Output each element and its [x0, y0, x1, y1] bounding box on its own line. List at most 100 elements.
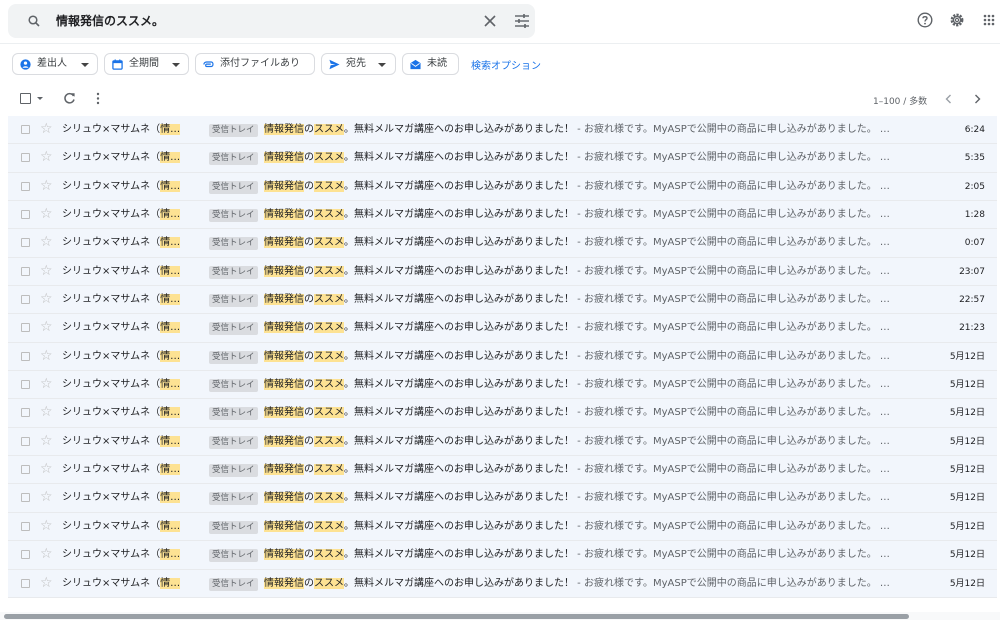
- email-subject: 情報発信のススメ。無料メルマガ講座へのお申し込みがありました！ - お疲れ様です…: [264, 294, 890, 306]
- email-row[interactable]: ☆ シリュウ×マサムネ（情… 受信トレイ 情報発信のススメ。無料メルマガ講座への…: [8, 541, 997, 570]
- star-icon[interactable]: ☆: [40, 207, 53, 221]
- email-row[interactable]: ☆ シリュウ×マサムネ（情… 受信トレイ 情報発信のススメ。無料メルマガ講座への…: [8, 342, 997, 372]
- inbox-label-badge: 受信トレイ: [209, 549, 258, 563]
- help-icon[interactable]: [917, 12, 933, 28]
- row-checkbox[interactable]: [21, 153, 30, 163]
- row-checkbox[interactable]: [21, 125, 30, 134]
- select-all-checkbox[interactable]: [20, 93, 31, 104]
- email-row[interactable]: ☆ シリュウ×マサムネ（情… 受信トレイ 情報発信のススメ。無料メルマガ講座への…: [8, 144, 997, 173]
- email-row[interactable]: ☆ シリュウ×マサムネ（情… 受信トレイ 情報発信のススメ。無料メルマガ講座への…: [8, 569, 997, 598]
- row-checkbox[interactable]: [21, 295, 30, 305]
- email-subject: 情報発信のススメ。無料メルマガ講座へのお申し込みがありました！ - お疲れ様です…: [264, 350, 890, 362]
- star-icon[interactable]: ☆: [40, 519, 53, 533]
- row-checkbox[interactable]: [21, 408, 30, 418]
- inbox-label-badge: 受信トレイ: [209, 294, 258, 308]
- sender-name: シリュウ×マサムネ（情…: [62, 435, 181, 447]
- email-snippet: - お疲れ様です。MyASPで公開中の商品に申し込みがありました。 …: [574, 265, 890, 277]
- chevron-down-icon: [378, 63, 386, 67]
- email-row[interactable]: ☆ シリュウ×マサムネ（情… 受信トレイ 情報発信のススメ。無料メルマガ講座への…: [8, 484, 997, 513]
- chevron-down-icon: [81, 63, 89, 67]
- row-checkbox[interactable]: [21, 266, 30, 276]
- email-row[interactable]: ☆ シリュウ×マサムネ（情… 受信トレイ 情報発信のススメ。無料メルマガ講座への…: [8, 314, 997, 343]
- row-checkbox[interactable]: [21, 323, 30, 333]
- email-time: 5月12日: [949, 436, 985, 447]
- close-icon[interactable]: [482, 13, 498, 29]
- star-icon[interactable]: ☆: [40, 235, 53, 249]
- star-icon[interactable]: ☆: [40, 349, 53, 363]
- apps-icon[interactable]: [983, 14, 995, 26]
- chevron-left-icon[interactable]: [944, 94, 953, 104]
- star-icon[interactable]: ☆: [40, 434, 53, 448]
- sender-filter-chip[interactable]: 差出人: [12, 53, 98, 75]
- email-snippet: - お疲れ様です。MyASPで公開中の商品に申し込みがありました。 …: [574, 520, 890, 532]
- row-checkbox[interactable]: [21, 380, 30, 390]
- attachment-filter-chip[interactable]: 添付ファイルあり: [195, 53, 315, 75]
- gear-icon[interactable]: [949, 12, 965, 28]
- sender-name: シリュウ×マサムネ（情…: [62, 407, 181, 419]
- star-icon[interactable]: ☆: [40, 377, 53, 391]
- star-icon[interactable]: ☆: [40, 462, 53, 476]
- row-checkbox[interactable]: [21, 181, 30, 191]
- period-filter-chip[interactable]: 全期間: [104, 53, 189, 75]
- star-icon[interactable]: ☆: [40, 405, 53, 419]
- email-snippet: - お疲れ様です。MyASPで公開中の商品に申し込みがありました。 …: [574, 350, 890, 362]
- search-icon[interactable]: [28, 15, 40, 27]
- row-checkbox[interactable]: [21, 493, 30, 503]
- row-checkbox[interactable]: [21, 550, 30, 560]
- sender-name: シリュウ×マサムネ（情…: [62, 549, 181, 561]
- email-snippet: - お疲れ様です。MyASPで公開中の商品に申し込みがありました。 …: [574, 124, 890, 135]
- star-icon[interactable]: ☆: [40, 122, 53, 136]
- email-row[interactable]: ☆ シリュウ×マサムネ（情… 受信トレイ 情報発信のススメ。無料メルマガ講座への…: [8, 399, 997, 428]
- email-subject: 情報発信のススメ。無料メルマガ講座へのお申し込みがありました！ - お疲れ様です…: [264, 265, 890, 277]
- email-row[interactable]: ☆ シリュウ×マサムネ（情… 受信トレイ 情報発信のススメ。無料メルマガ講座への…: [8, 257, 997, 287]
- sender-name: シリュウ×マサムネ（情…: [62, 492, 181, 504]
- row-checkbox[interactable]: [21, 436, 30, 446]
- inbox-label-badge: 受信トレイ: [209, 435, 258, 449]
- sender-name: シリュウ×マサムネ（情…: [62, 265, 181, 277]
- search-bar[interactable]: 情報発信のススメ。: [8, 4, 535, 38]
- chevron-right-icon[interactable]: [973, 94, 982, 104]
- inbox-label-badge: 受信トレイ: [209, 124, 258, 137]
- email-subject: 情報発信のススメ。無料メルマガ講座へのお申し込みがありました！ - お疲れ様です…: [264, 124, 890, 135]
- to-filter-chip[interactable]: 宛先: [321, 53, 396, 75]
- star-icon[interactable]: ☆: [40, 576, 53, 590]
- search-options-link[interactable]: 検索オプション: [471, 57, 541, 72]
- star-icon[interactable]: ☆: [40, 264, 53, 278]
- row-checkbox[interactable]: [21, 521, 30, 531]
- email-row[interactable]: ☆ シリュウ×マサムネ（情… 受信トレイ 情報発信のススメ。無料メルマガ講座への…: [8, 512, 997, 542]
- row-checkbox[interactable]: [21, 351, 30, 361]
- pagination-label: 1–100 / 多数: [873, 97, 928, 107]
- row-checkbox[interactable]: [21, 578, 30, 588]
- email-row[interactable]: ☆ シリュウ×マサムネ（情… 受信トレイ 情報発信のススメ。無料メルマガ講座への…: [8, 201, 997, 230]
- inbox-label-badge: 受信トレイ: [209, 379, 258, 393]
- star-icon[interactable]: ☆: [40, 547, 53, 561]
- email-row[interactable]: ☆ シリュウ×マサムネ（情… 受信トレイ 情報発信のススメ。無料メルマガ講座への…: [8, 427, 997, 457]
- email-row[interactable]: ☆ シリュウ×マサムネ（情… 受信トレイ 情報発信のススメ。無料メルマガ講座への…: [8, 371, 997, 400]
- star-icon[interactable]: ☆: [40, 150, 53, 164]
- sender-name: シリュウ×マサムネ（情…: [62, 464, 181, 476]
- star-icon[interactable]: ☆: [40, 490, 53, 504]
- refresh-icon[interactable]: [63, 92, 76, 105]
- email-row[interactable]: ☆ シリュウ×マサムネ（情… 受信トレイ 情報発信のススメ。無料メルマガ講座への…: [8, 286, 997, 315]
- row-checkbox[interactable]: [21, 210, 30, 220]
- sender-name: シリュウ×マサムネ（情…: [62, 152, 181, 164]
- email-subject: 情報発信のススメ。無料メルマガ講座へのお申し込みがありました！ - お疲れ様です…: [264, 549, 890, 561]
- star-icon[interactable]: ☆: [40, 179, 53, 193]
- unread-filter-chip[interactable]: 未読: [402, 53, 459, 75]
- select-dropdown-caret[interactable]: [37, 97, 43, 100]
- email-row[interactable]: ☆ シリュウ×マサムネ（情… 受信トレイ 情報発信のススメ。無料メルマガ講座への…: [8, 456, 997, 485]
- email-row[interactable]: ☆ シリュウ×マサムネ（情… 受信トレイ 情報発信のススメ。無料メルマガ講座への…: [8, 172, 997, 202]
- email-row[interactable]: ☆ シリュウ×マサムネ（情… 受信トレイ 情報発信のススメ。無料メルマガ講座への…: [8, 229, 997, 258]
- email-time: 1:28: [964, 210, 985, 221]
- scrollbar-thumb[interactable]: [4, 614, 909, 619]
- more-vert-icon[interactable]: [93, 92, 103, 105]
- search-input[interactable]: 情報発信のススメ。: [56, 4, 164, 38]
- row-checkbox[interactable]: [21, 465, 30, 475]
- email-subject: 情報発信のススメ。無料メルマガ講座へのお申し込みがありました！ - お疲れ様です…: [264, 435, 890, 447]
- tune-icon[interactable]: [514, 13, 530, 29]
- email-snippet: - お疲れ様です。MyASPで公開中の商品に申し込みがありました。 …: [574, 549, 890, 561]
- star-icon[interactable]: ☆: [40, 292, 53, 306]
- email-row[interactable]: ☆ シリュウ×マサムネ（情… 受信トレイ 情報発信のススメ。無料メルマガ講座への…: [8, 116, 997, 145]
- star-icon[interactable]: ☆: [40, 320, 53, 334]
- row-checkbox[interactable]: [21, 238, 30, 248]
